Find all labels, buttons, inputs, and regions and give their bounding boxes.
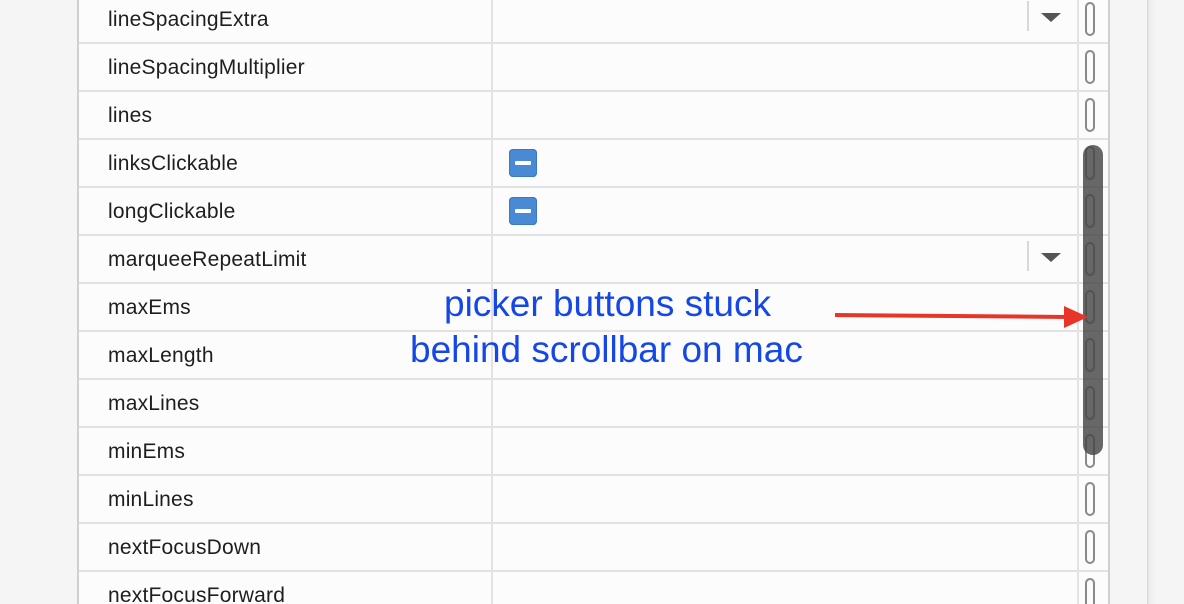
annotation-arrow (834, 306, 1088, 328)
